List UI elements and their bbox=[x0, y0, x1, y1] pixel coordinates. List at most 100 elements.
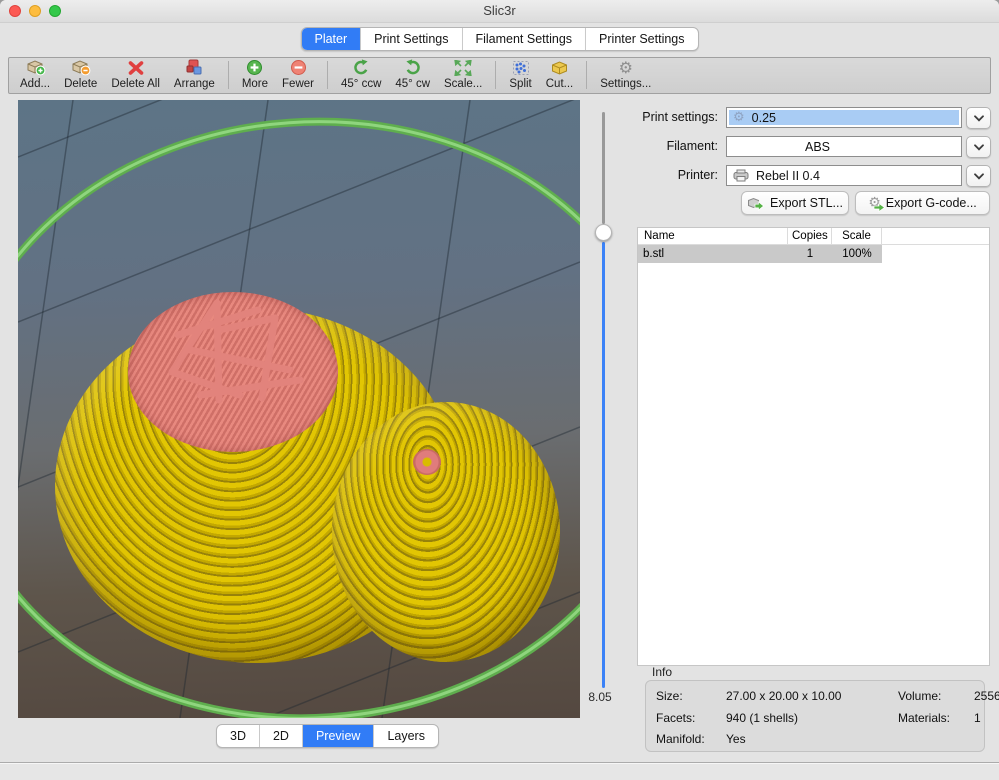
info-panel: Size: 27.00 x 20.00 x 10.00 Volume: 2556… bbox=[645, 680, 985, 752]
export-stl-button[interactable]: Export STL... bbox=[741, 191, 849, 215]
tab-preview[interactable]: Preview bbox=[303, 725, 374, 747]
slic3r-window: Slic3r Plater Print Settings Filament Se… bbox=[0, 0, 999, 780]
toolbar: Add... Delete Delete All Arrange More bbox=[8, 57, 991, 94]
toolbar-label: Add... bbox=[20, 78, 50, 90]
export-gcode-button[interactable]: ⚙ Export G-code... bbox=[855, 191, 990, 215]
tab-printer-settings[interactable]: Printer Settings bbox=[586, 28, 697, 50]
layer-slider-track-lower[interactable] bbox=[602, 242, 605, 688]
size-label: Size: bbox=[656, 686, 726, 708]
more-button[interactable]: More bbox=[235, 58, 275, 90]
rotate-cw-button[interactable]: 45° cw bbox=[388, 58, 437, 90]
print-settings-dropdown-button[interactable] bbox=[966, 107, 991, 129]
filament-value: ABS bbox=[805, 140, 830, 154]
toolbar-label: Split bbox=[509, 78, 531, 90]
toolbar-label: More bbox=[242, 78, 268, 90]
toolbar-separator bbox=[327, 61, 328, 89]
add-button[interactable]: Add... bbox=[13, 58, 57, 90]
gear-icon: ⚙ bbox=[619, 58, 633, 77]
printed-object-small-dome[interactable] bbox=[332, 402, 560, 662]
export-gcode-label: Export G-code... bbox=[886, 196, 977, 210]
red-cross-icon bbox=[127, 58, 145, 77]
window-title: Slic3r bbox=[0, 0, 999, 22]
printer-dropdown-button[interactable] bbox=[966, 165, 991, 187]
cell-name: b.stl bbox=[638, 245, 788, 263]
printer-value: Rebel II 0.4 bbox=[756, 169, 820, 183]
toolbar-label: Scale... bbox=[444, 78, 482, 90]
tab-print-settings[interactable]: Print Settings bbox=[361, 28, 462, 50]
toolbar-label: Settings... bbox=[600, 78, 651, 90]
materials-label: Materials: bbox=[898, 708, 974, 730]
info-section-title: Info bbox=[652, 665, 672, 679]
gold-box-icon bbox=[550, 58, 569, 77]
cell-scale: 100% bbox=[832, 245, 882, 263]
toolbar-separator bbox=[495, 61, 496, 89]
tab-3d[interactable]: 3D bbox=[217, 725, 260, 747]
printer-label: Printer: bbox=[600, 165, 718, 186]
3d-viewport[interactable] bbox=[18, 100, 580, 718]
table-row[interactable]: b.stl 1 100% bbox=[638, 245, 882, 263]
print-settings-combo[interactable]: ⚙ 0.25 bbox=[726, 107, 962, 128]
filament-label: Filament: bbox=[600, 136, 718, 157]
volume-label: Volume: bbox=[898, 686, 974, 708]
rotate-cw-icon bbox=[404, 58, 422, 77]
view-tabbar: 3D 2D Preview Layers bbox=[216, 724, 439, 748]
layer-slider-thumb[interactable] bbox=[595, 224, 612, 241]
toolbar-label: Delete bbox=[64, 78, 97, 90]
column-header-copies[interactable]: Copies bbox=[788, 228, 832, 244]
cut-button[interactable]: Cut... bbox=[539, 58, 580, 90]
toolbar-label: Arrange bbox=[174, 78, 215, 90]
rotate-ccw-icon bbox=[352, 58, 370, 77]
split-button[interactable]: Split bbox=[502, 58, 538, 90]
toolbar-label: Delete All bbox=[111, 78, 160, 90]
toolbar-label: 45° cw bbox=[395, 78, 430, 90]
gear-icon: ⚙ bbox=[733, 110, 745, 126]
materials-value: 1 bbox=[974, 708, 999, 730]
titlebar: Slic3r bbox=[0, 0, 999, 23]
chevron-down-icon bbox=[974, 173, 984, 180]
infill-top-surface bbox=[128, 292, 338, 452]
toolbar-label: Fewer bbox=[282, 78, 314, 90]
printer-icon bbox=[733, 169, 749, 182]
chevron-down-icon bbox=[974, 115, 984, 122]
arrange-button[interactable]: Arrange bbox=[167, 58, 222, 90]
add-box-plus-icon bbox=[25, 58, 46, 77]
tab-filament-settings[interactable]: Filament Settings bbox=[462, 28, 586, 50]
export-stl-label: Export STL... bbox=[770, 196, 843, 210]
filament-combo[interactable]: ABS bbox=[726, 136, 962, 157]
box-export-icon bbox=[747, 196, 765, 211]
facets-value: 940 (1 shells) bbox=[726, 708, 898, 730]
fewer-button[interactable]: Fewer bbox=[275, 58, 321, 90]
object-list-header: Name Copies Scale bbox=[638, 228, 989, 245]
toolbar-label: 45° ccw bbox=[341, 78, 381, 90]
printer-combo[interactable]: Rebel II 0.4 bbox=[726, 165, 962, 186]
small-dome-infill-center bbox=[413, 449, 441, 475]
toolbar-label: Cut... bbox=[546, 78, 573, 90]
facets-label: Facets: bbox=[656, 708, 726, 730]
chevron-down-icon bbox=[974, 144, 984, 151]
manifold-label: Manifold: bbox=[656, 729, 726, 751]
statusbar bbox=[0, 762, 999, 780]
toolbar-separator bbox=[228, 61, 229, 89]
green-plus-circle-icon bbox=[246, 58, 263, 77]
object-list: Name Copies Scale b.stl 1 100% bbox=[637, 227, 990, 666]
split-dots-icon bbox=[512, 58, 530, 77]
volume-value: 2556.87 bbox=[974, 686, 999, 708]
gear-export-icon: ⚙ bbox=[868, 195, 881, 211]
column-header-name[interactable]: Name bbox=[638, 228, 788, 244]
delete-box-minus-icon bbox=[70, 58, 91, 77]
tab-layers[interactable]: Layers bbox=[374, 725, 438, 747]
column-header-scale[interactable]: Scale bbox=[832, 228, 882, 244]
tab-2d[interactable]: 2D bbox=[260, 725, 303, 747]
toolbar-separator bbox=[586, 61, 587, 89]
filament-dropdown-button[interactable] bbox=[966, 136, 991, 158]
print-settings-label: Print settings: bbox=[600, 107, 718, 128]
delete-all-button[interactable]: Delete All bbox=[104, 58, 167, 90]
delete-button[interactable]: Delete bbox=[57, 58, 104, 90]
cell-copies: 1 bbox=[788, 245, 832, 263]
cubes-cluster-icon bbox=[184, 58, 204, 77]
settings-button[interactable]: ⚙ Settings... bbox=[593, 58, 658, 90]
rotate-ccw-button[interactable]: 45° ccw bbox=[334, 58, 388, 90]
scale-button[interactable]: Scale... bbox=[437, 58, 489, 90]
size-value: 27.00 x 20.00 x 10.00 bbox=[726, 686, 898, 708]
tab-plater[interactable]: Plater bbox=[301, 28, 361, 50]
